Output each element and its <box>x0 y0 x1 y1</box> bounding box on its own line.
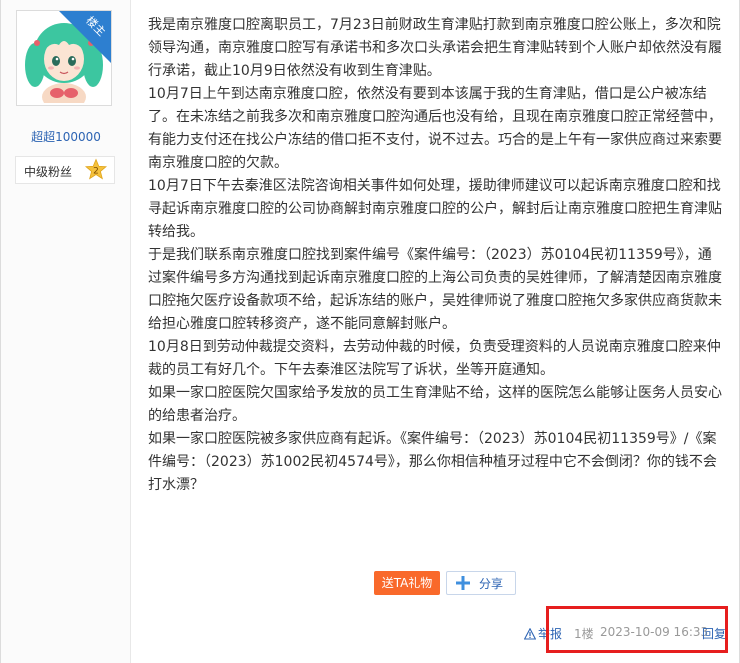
post-timestamp: 2023-10-09 16:33 <box>600 625 709 639</box>
fan-level-number: 2 <box>93 167 99 177</box>
post-paragraph: 我是南京雅度口腔离职员工，7月23日前财政生育津贴打款到南京雅度口腔公账上，多次… <box>148 17 722 79</box>
author-sidebar: 楼主 超超100000 中级粉丝 2 <box>1 0 131 663</box>
post-paragraph: 于是我们联系南京雅度口腔找到案件编号《案件编号：（2023）苏0104民初113… <box>148 247 722 332</box>
fan-level-badge[interactable]: 中级粉丝 2 <box>15 156 115 184</box>
plus-share-icon <box>456 576 470 590</box>
post-paragraph: 如果一家口腔医院欠国家给予发放的员工生育津贴不给，这样的医院怎么能够让医务人员安… <box>148 385 722 424</box>
report-label: 举报 <box>538 627 563 641</box>
avatar[interactable]: 楼主 <box>16 10 112 106</box>
forum-post: 楼主 超超100000 中级粉丝 2 我是南京雅度口腔离职员工，7月23日前财政… <box>0 0 740 663</box>
share-label: 分享 <box>479 577 504 591</box>
reply-link[interactable]: 回复 <box>702 625 726 642</box>
floor-number: 1楼 <box>574 627 594 641</box>
author-username[interactable]: 超超100000 <box>1 128 131 145</box>
share-button[interactable]: 分享 <box>446 571 516 595</box>
warning-triangle-icon <box>524 628 536 640</box>
fan-level-label: 中级粉丝 <box>24 165 73 179</box>
post-body: 我是南京雅度口腔离职员工，7月23日前财政生育津贴打款到南京雅度口腔公账上，多次… <box>148 14 723 497</box>
post-paragraph: 10月8日到劳动仲裁提交资料，去劳动仲裁的时候，负责受理资料的人员说南京雅度口腔… <box>148 339 721 378</box>
report-link[interactable]: 举报 <box>524 625 562 642</box>
post-paragraph: 10月7日下午去秦淮区法院咨询相关事件如何处理，援助律师建议可以起诉南京雅度口腔… <box>148 178 722 240</box>
star-level-icon: 2 <box>84 158 108 180</box>
post-paragraph: 10月7日上午到达南京雅度口腔，依然没有要到本该属于我的生育津贴，借口是公户被冻… <box>148 86 722 171</box>
post-paragraph: 如果一家口腔医院被多家供应商有起诉。《案件编号：（2023）苏0104民初113… <box>148 431 717 493</box>
send-gift-button[interactable]: 送TA礼物 <box>374 571 440 595</box>
original-poster-badge <box>59 11 111 63</box>
